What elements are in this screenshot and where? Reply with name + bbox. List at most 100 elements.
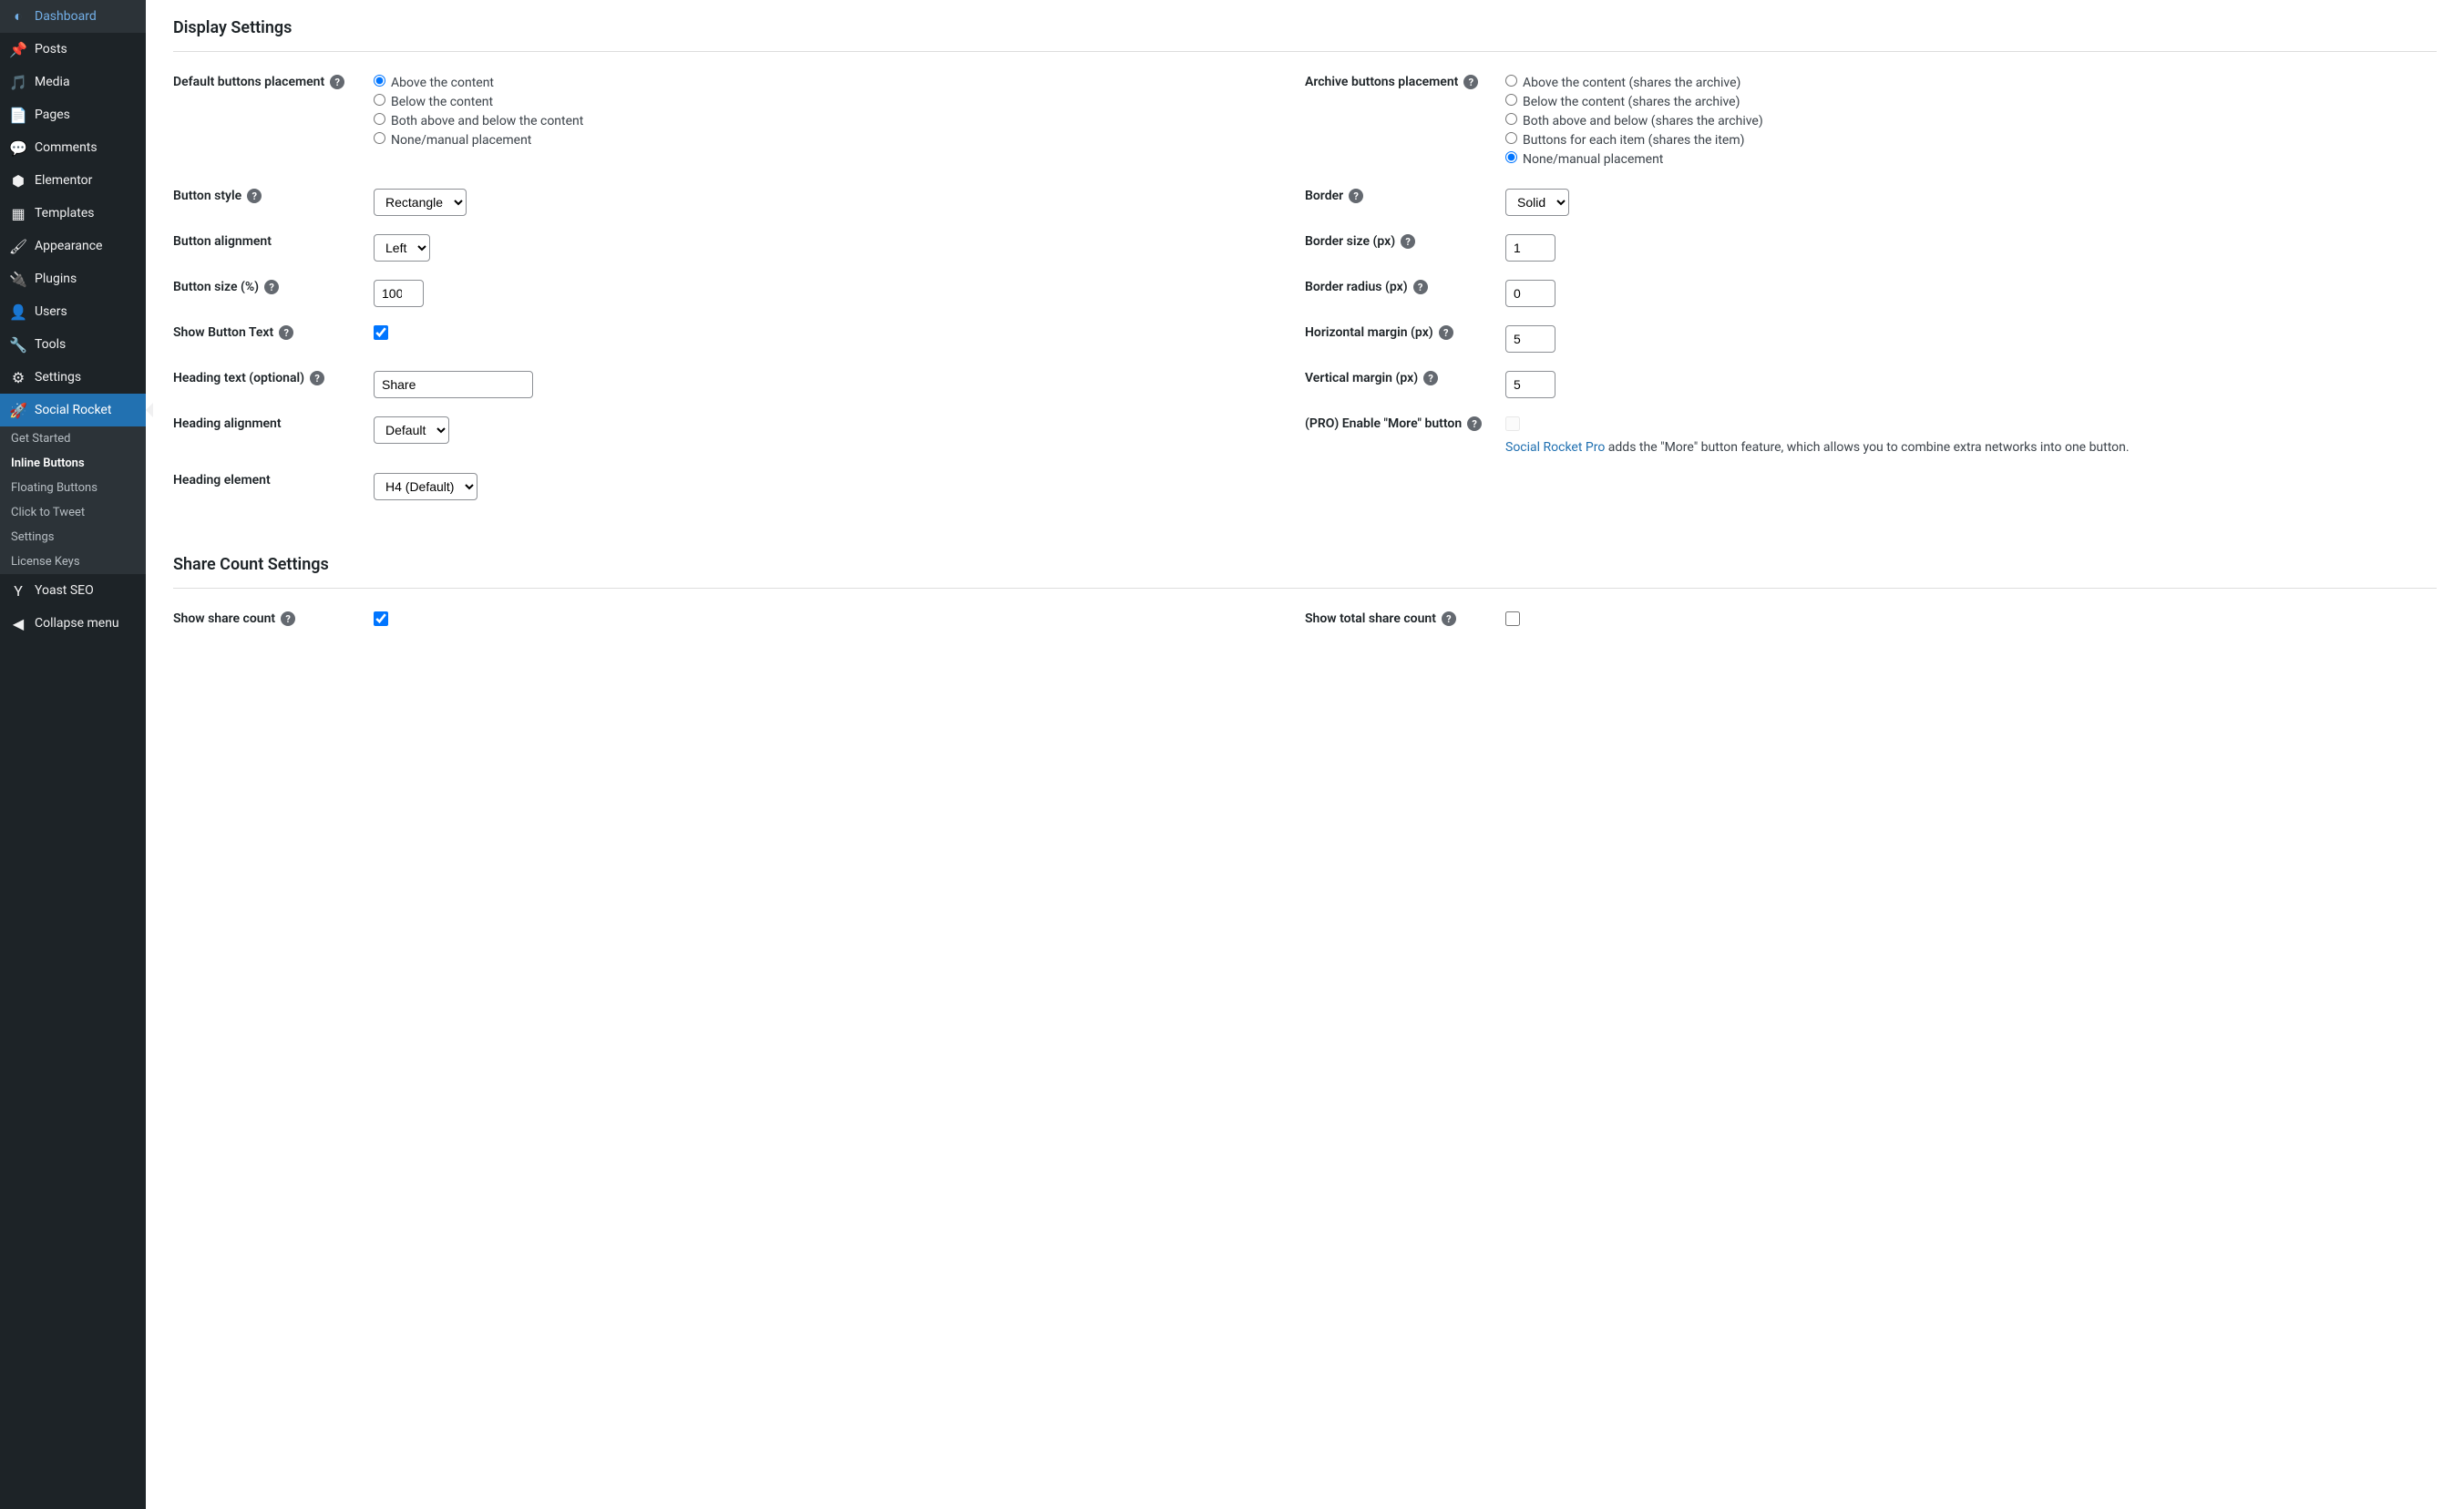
sidebar-item-tools[interactable]: 🔧 Tools	[0, 328, 146, 361]
label-border-radius: Border radius (px)	[1305, 280, 1408, 294]
label-archive-placement: Archive buttons placement	[1305, 75, 1458, 89]
sidebar-item-posts[interactable]: 📌Posts	[0, 33, 146, 66]
submenu-click-to-tweet[interactable]: Click to Tweet	[0, 500, 146, 525]
help-icon[interactable]: ?	[264, 280, 279, 294]
label-heading-text: Heading text (optional)	[173, 371, 304, 385]
sidebar-item-label: Appearance	[35, 239, 102, 253]
checkbox-show-total-share-count[interactable]	[1505, 611, 1520, 626]
help-icon[interactable]: ?	[330, 75, 344, 89]
section-title-display: Display Settings	[173, 18, 2437, 52]
sidebar-item-label: Media	[35, 75, 70, 89]
radio-archive-each[interactable]	[1505, 132, 1517, 144]
input-horizontal-margin[interactable]	[1505, 325, 1555, 353]
select-heading-element[interactable]: H4 (Default)	[374, 473, 477, 500]
label-enable-more: (PRO) Enable "More" button	[1305, 416, 1462, 431]
media-icon: 🎵	[9, 73, 27, 91]
sidebar-item-label: Pages	[35, 108, 70, 122]
radio-none-content[interactable]	[374, 132, 385, 144]
label-heading-element: Heading element	[173, 473, 271, 488]
select-button-alignment[interactable]: Left	[374, 234, 430, 262]
help-icon[interactable]: ?	[1463, 75, 1478, 89]
help-icon[interactable]: ?	[247, 189, 262, 203]
label-show-share-count: Show share count	[173, 611, 275, 626]
label-border-size: Border size (px)	[1305, 234, 1395, 249]
select-button-style[interactable]: Rectangle	[374, 189, 467, 216]
sidebar-item-label: Yoast SEO	[35, 583, 94, 598]
help-icon[interactable]: ?	[310, 371, 324, 385]
help-icon[interactable]: ?	[1423, 371, 1438, 385]
radio-archive-none[interactable]	[1505, 151, 1517, 163]
plug-icon: 🔌	[9, 270, 27, 288]
label-default-placement: Default buttons placement	[173, 75, 324, 89]
help-icon[interactable]: ?	[1442, 611, 1456, 626]
sidebar-item-media[interactable]: 🎵 Media	[0, 66, 146, 98]
input-button-size[interactable]	[374, 280, 424, 307]
sidebar-item-appearance[interactable]: 🖌Appearance	[0, 230, 146, 262]
rocket-icon: 🚀	[9, 401, 27, 419]
checkbox-show-share-count[interactable]	[374, 611, 388, 626]
submenu-license-keys[interactable]: License Keys	[0, 549, 146, 574]
submenu-social-rocket: Get Started Inline Buttons Floating Butt…	[0, 426, 146, 574]
radio-above-content[interactable]	[374, 75, 385, 87]
help-icon[interactable]: ?	[1349, 189, 1363, 203]
sidebar-item-collapse[interactable]: ◀Collapse menu	[0, 607, 146, 640]
admin-sidebar: ◐Dashboard 📌Posts 🎵 Media 📄Pages 💬 Comment…	[0, 0, 146, 1509]
input-heading-text[interactable]	[374, 371, 533, 398]
sidebar-item-label: Comments	[35, 140, 98, 155]
collapse-icon: ◀	[9, 614, 27, 632]
radio-archive-above[interactable]	[1505, 75, 1517, 87]
input-border-size[interactable]	[1505, 234, 1555, 262]
submenu-inline-buttons[interactable]: Inline Buttons	[0, 451, 146, 476]
yoast-icon: Y	[9, 581, 27, 600]
pin-icon: 📌	[9, 40, 27, 58]
default-placement-group: Above the content Below the content Both…	[374, 75, 1305, 170]
select-heading-alignment[interactable]: Default	[374, 416, 449, 444]
label-horizontal-margin: Horizontal margin (px)	[1305, 325, 1433, 340]
elementor-icon: ⬢	[9, 171, 27, 190]
label-button-alignment: Button alignment	[173, 234, 272, 249]
comment-icon: 💬	[9, 139, 27, 157]
help-icon[interactable]: ?	[1401, 234, 1415, 249]
radio-archive-both[interactable]	[1505, 113, 1517, 125]
gear-icon: ⚙	[9, 368, 27, 386]
sidebar-item-label: Dashboard	[35, 9, 97, 24]
submenu-label: Click to Tweet	[11, 506, 85, 519]
sidebar-item-settings[interactable]: ⚙Settings	[0, 361, 146, 394]
sidebar-item-pages[interactable]: 📄Pages	[0, 98, 146, 131]
label-show-total-share-count: Show total share count	[1305, 611, 1436, 626]
label-button-size: Button size (%)	[173, 280, 259, 294]
checkbox-enable-more	[1505, 416, 1520, 431]
wrench-icon: 🔧	[9, 335, 27, 354]
label-vertical-margin: Vertical margin (px)	[1305, 371, 1418, 385]
select-border[interactable]: Solid	[1505, 189, 1569, 216]
templates-icon: ▦	[9, 204, 27, 222]
help-icon[interactable]: ?	[279, 325, 293, 340]
sidebar-item-dashboard[interactable]: ◐Dashboard	[0, 0, 146, 33]
submenu-settings[interactable]: Settings	[0, 525, 146, 549]
sidebar-item-users[interactable]: 👤Users	[0, 295, 146, 328]
sidebar-item-social-rocket[interactable]: 🚀Social Rocket	[0, 394, 146, 426]
radio-below-content[interactable]	[374, 94, 385, 106]
sidebar-item-label: Tools	[35, 337, 66, 352]
sidebar-item-elementor[interactable]: ⬢Elementor	[0, 164, 146, 197]
user-icon: 👤	[9, 303, 27, 321]
help-icon[interactable]: ?	[1439, 325, 1453, 340]
sidebar-item-plugins[interactable]: 🔌Plugins	[0, 262, 146, 295]
archive-placement-group: Above the content (shares the archive) B…	[1505, 75, 2437, 170]
radio-both-content[interactable]	[374, 113, 385, 125]
sidebar-item-templates[interactable]: ▦Templates	[0, 197, 146, 230]
checkbox-show-button-text[interactable]	[374, 325, 388, 340]
help-icon[interactable]: ?	[1467, 416, 1482, 431]
sidebar-item-yoast-seo[interactable]: Y Yoast SEO	[0, 574, 146, 607]
submenu-label: Floating Buttons	[11, 481, 98, 495]
help-icon[interactable]: ?	[281, 611, 295, 626]
radio-archive-below[interactable]	[1505, 94, 1517, 106]
pro-link[interactable]: Social Rocket Pro	[1505, 440, 1605, 455]
sidebar-item-comments[interactable]: 💬 Comments	[0, 131, 146, 164]
submenu-floating-buttons[interactable]: Floating Buttons	[0, 476, 146, 500]
submenu-get-started[interactable]: Get Started	[0, 426, 146, 451]
help-icon[interactable]: ?	[1413, 280, 1428, 294]
label-border: Border	[1305, 189, 1343, 203]
input-vertical-margin[interactable]	[1505, 371, 1555, 398]
input-border-radius[interactable]	[1505, 280, 1555, 307]
